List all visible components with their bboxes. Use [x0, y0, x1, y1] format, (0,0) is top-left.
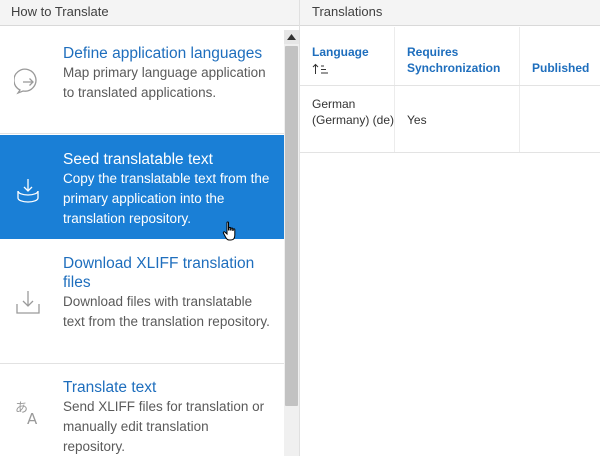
svg-text:A: A [27, 410, 38, 427]
translations-header: Translations [300, 0, 600, 26]
column-header-requires-sync[interactable]: Requires Synchronization [395, 27, 520, 85]
column-label-language: Language [312, 45, 369, 59]
task-title[interactable]: Seed translatable text [63, 150, 276, 169]
download-icon [14, 288, 42, 316]
tray-download-icon [14, 177, 42, 205]
scroll-up-arrow-icon [287, 34, 296, 40]
task-description: Send XLIFF files for translation or manu… [63, 399, 265, 454]
task-description: Download files with translatable text fr… [63, 294, 270, 329]
task-title[interactable]: Define application languages [63, 44, 276, 63]
task-description: Copy the translatable text from the prim… [63, 171, 270, 226]
task-list: Define application languages Map primary… [0, 30, 284, 456]
task-title[interactable]: Download XLIFF translation files [63, 254, 276, 292]
column-header-published[interactable]: Published [520, 27, 600, 85]
how-to-translate-panel: How to Translate Define application lang… [0, 0, 300, 456]
task-description: Map primary language application to tran… [63, 65, 266, 100]
hand-cursor-icon [222, 221, 236, 241]
translations-table-header: Language Requires Synchronization Publis… [300, 27, 600, 86]
scroll-up-button[interactable] [284, 30, 299, 44]
task-download-xliff[interactable]: Download XLIFF translation files Downloa… [0, 240, 284, 364]
column-header-language[interactable]: Language [300, 27, 395, 85]
scroll-thumb[interactable] [285, 46, 298, 406]
arrow-circle-icon [13, 68, 42, 96]
cell-requires-sync: Yes [395, 86, 520, 152]
translations-panel: Translations Language Requires Synchroni… [300, 0, 600, 456]
task-seed-text[interactable]: Seed translatable text Copy the translat… [0, 135, 284, 239]
how-to-translate-header: How to Translate [0, 0, 299, 26]
cell-language: German (Germany) (de) [300, 86, 395, 152]
task-title[interactable]: Translate text [63, 378, 276, 397]
task-define-languages[interactable]: Define application languages Map primary… [0, 30, 284, 134]
task-translate-text[interactable]: あ A Translate text Send XLIFF files for … [0, 365, 284, 456]
table-row[interactable]: German (Germany) (de) Yes [300, 86, 600, 153]
cell-published [520, 86, 600, 152]
task-list-scrollbar[interactable] [284, 30, 299, 456]
translate-icon: あ A [14, 397, 42, 428]
sort-ascending-icon [312, 63, 328, 74]
